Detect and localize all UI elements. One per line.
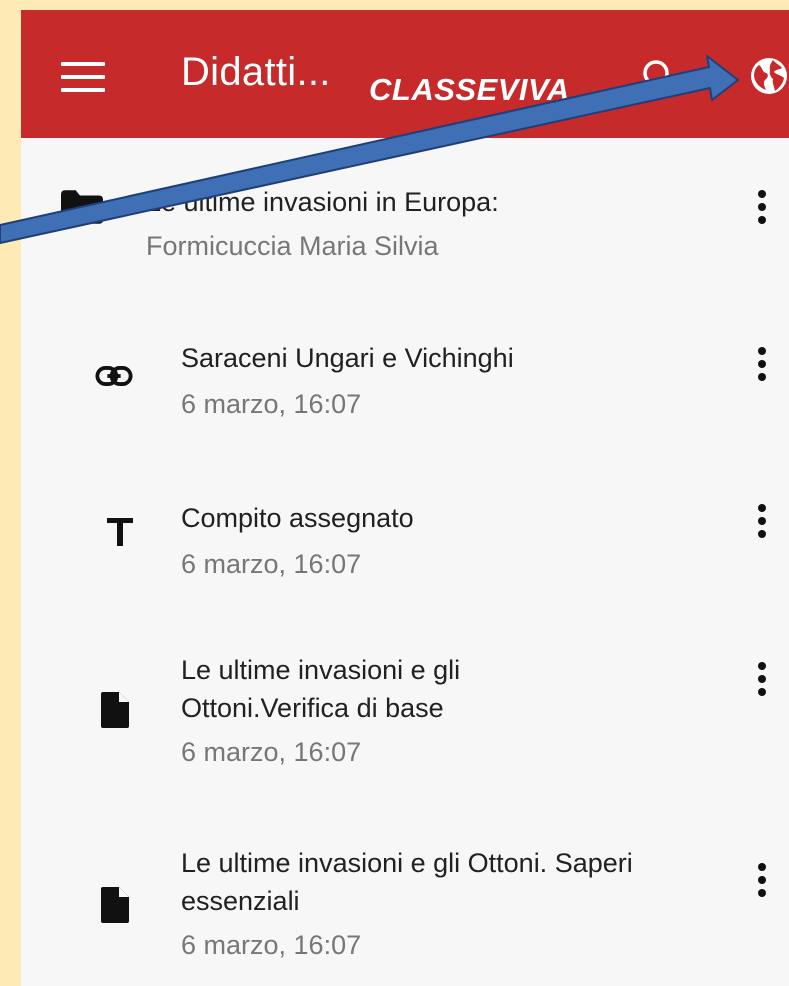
- more-options-icon[interactable]: [752, 343, 772, 387]
- list-item[interactable]: Saraceni Ungari e Vichinghi 6 marzo, 16:…: [21, 310, 789, 450]
- item-date: 6 marzo, 16:07: [181, 549, 362, 579]
- list-item[interactable]: Le ultime invasioni e gli Ottoni.Verific…: [21, 630, 789, 810]
- item-title-line2: Ottoni.Verifica di base: [181, 693, 444, 723]
- link-icon: [95, 366, 133, 386]
- globe-icon[interactable]: [749, 56, 789, 96]
- item-date: 6 marzo, 16:07: [181, 930, 362, 960]
- item-title: Saraceni Ungari e Vichinghi: [181, 343, 514, 373]
- item-title-line2: essenziali: [181, 886, 300, 916]
- list-item[interactable]: Le ultime invasioni e gli Ottoni. Saperi…: [21, 825, 789, 986]
- text-icon: [107, 518, 133, 546]
- item-title: Compito assegnato: [181, 503, 414, 533]
- page-title: Didatti...: [181, 50, 331, 94]
- app-screen: Didatti... CLASSEVIVA Le ultime invasion…: [21, 10, 789, 986]
- file-icon: [101, 692, 129, 728]
- search-icon[interactable]: [641, 58, 677, 94]
- item-title-line1: Le ultime invasioni e gli: [181, 655, 461, 685]
- classeviva-logo: CLASSEVIVA: [369, 72, 570, 107]
- folder-icon: [61, 190, 103, 224]
- item-date: 6 marzo, 16:07: [181, 389, 362, 419]
- item-title-line1: Le ultime invasioni e gli Ottoni. Saperi: [181, 848, 633, 878]
- more-options-icon[interactable]: [752, 658, 772, 702]
- more-options-icon[interactable]: [752, 186, 772, 230]
- folder-row[interactable]: Le ultime invasioni in Europa: Formicucc…: [21, 138, 789, 288]
- more-options-icon[interactable]: [752, 859, 772, 903]
- item-date: 6 marzo, 16:07: [181, 737, 362, 767]
- folder-title: Le ultime invasioni in Europa:: [146, 187, 499, 217]
- menu-icon[interactable]: [61, 62, 105, 92]
- folder-author: Formicuccia Maria Silvia: [146, 231, 439, 261]
- file-icon: [101, 887, 129, 923]
- app-bar: Didatti... CLASSEVIVA: [21, 10, 789, 138]
- list-item[interactable]: Compito assegnato 6 marzo, 16:07: [21, 470, 789, 610]
- more-options-icon[interactable]: [752, 500, 772, 544]
